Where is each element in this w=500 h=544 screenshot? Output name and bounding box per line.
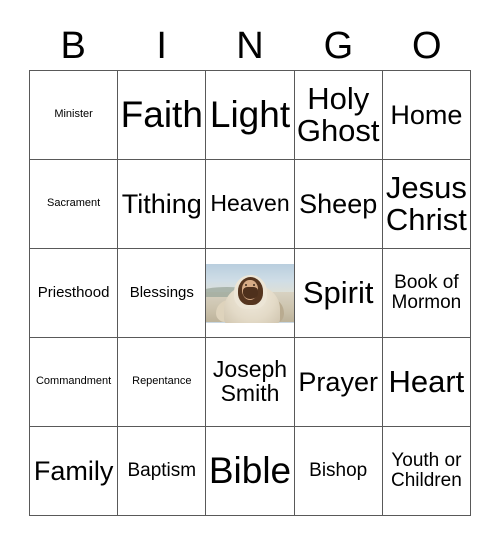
bingo-cell-r3c5[interactable]: Book of Mormon [382, 249, 471, 338]
bingo-cell-label: Priesthood [37, 284, 110, 302]
bingo-header-letter-i: I [156, 25, 167, 67]
bingo-header-letter-b: B [60, 25, 86, 67]
bingo-cell-r4c4[interactable]: Prayer [294, 338, 383, 427]
bingo-cell-label: Bishop [309, 460, 368, 482]
bingo-cell-r5c3[interactable]: Bible [206, 427, 295, 516]
bingo-cell-label: Faith [120, 93, 203, 135]
bingo-cell-r4c2[interactable]: Repentance [118, 338, 207, 427]
bingo-cell-label: Light [209, 93, 291, 135]
bingo-cell-r2c1[interactable]: Sacrament [30, 160, 119, 249]
photo-beard [242, 287, 258, 300]
bingo-cell-r5c5[interactable]: Youth or Children [382, 427, 471, 516]
bingo-cell-r3c1[interactable]: Priesthood [30, 249, 119, 338]
bingo-cell-r4c3[interactable]: Joseph Smith [206, 338, 295, 427]
bingo-grid: Minister Faith Light Holy Ghost Home Sac… [29, 70, 471, 516]
bingo-cell-label: Book of Mormon [391, 272, 462, 313]
bingo-cell-label: Home [390, 99, 463, 130]
bingo-cell-label: Holy Ghost [296, 80, 380, 148]
bingo-cell-label: Bible [208, 449, 292, 491]
bingo-cell-label: Sacrament [46, 197, 101, 210]
bingo-cell-r3c3-image[interactable] [206, 249, 295, 338]
bingo-header-letter-n: N [236, 25, 264, 67]
bingo-cell-label: Repentance [132, 375, 192, 388]
bingo-cell-label: Jesus Christ [385, 169, 467, 237]
bingo-cell-label: Commandment [35, 375, 112, 388]
bingo-header-letter-g: G [323, 25, 354, 67]
bingo-cell-label: Youth or Children [391, 450, 462, 491]
bingo-cell-r1c3[interactable]: Light [206, 71, 295, 160]
jesus-christ-photo [206, 263, 294, 323]
bingo-cell-r1c4[interactable]: Holy Ghost [294, 71, 383, 160]
bingo-cell-r5c4[interactable]: Bishop [294, 427, 383, 516]
bingo-cell-label: Minister [54, 108, 93, 121]
bingo-cell-r3c2[interactable]: Blessings [118, 249, 207, 338]
bingo-cell-label: Sheep [299, 188, 378, 219]
bingo-cell-r5c2[interactable]: Baptism [118, 427, 207, 516]
bingo-cell-r2c4[interactable]: Sheep [294, 160, 383, 249]
bingo-cell-r3c4[interactable]: Spirit [294, 249, 383, 338]
bingo-cell-r2c2[interactable]: Tithing [118, 160, 207, 249]
bingo-cell-label: Blessings [129, 284, 194, 302]
bingo-cell-r1c2[interactable]: Faith [118, 71, 207, 160]
bingo-cell-r5c1[interactable]: Family [30, 427, 119, 516]
bingo-card: B I N G O Minister Faith Light Holy Ghos… [0, 0, 500, 544]
bingo-cell-label: Spirit [302, 274, 374, 310]
bingo-cell-r2c3[interactable]: Heaven [206, 160, 295, 249]
bingo-cell-r4c1[interactable]: Commandment [30, 338, 119, 427]
bingo-cell-label: Joseph Smith [212, 356, 288, 406]
bingo-cell-label: Tithing [121, 188, 202, 219]
bingo-cell-label: Baptism [127, 460, 197, 482]
bingo-cell-r2c5[interactable]: Jesus Christ [382, 160, 471, 249]
bingo-header-row: B I N G O [29, 22, 471, 70]
photo-eye-left [244, 283, 247, 286]
bingo-cell-r1c5[interactable]: Home [382, 71, 471, 160]
bingo-header-letter-o: O [412, 25, 442, 67]
bingo-cell-label: Heaven [210, 190, 290, 217]
photo-eye-right [252, 283, 255, 286]
bingo-cell-label: Heart [388, 363, 465, 399]
bingo-cell-label: Prayer [298, 366, 378, 397]
bingo-cell-label: Family [33, 455, 114, 486]
bingo-cell-r4c5[interactable]: Heart [382, 338, 471, 427]
bingo-cell-r1c1[interactable]: Minister [30, 71, 119, 160]
